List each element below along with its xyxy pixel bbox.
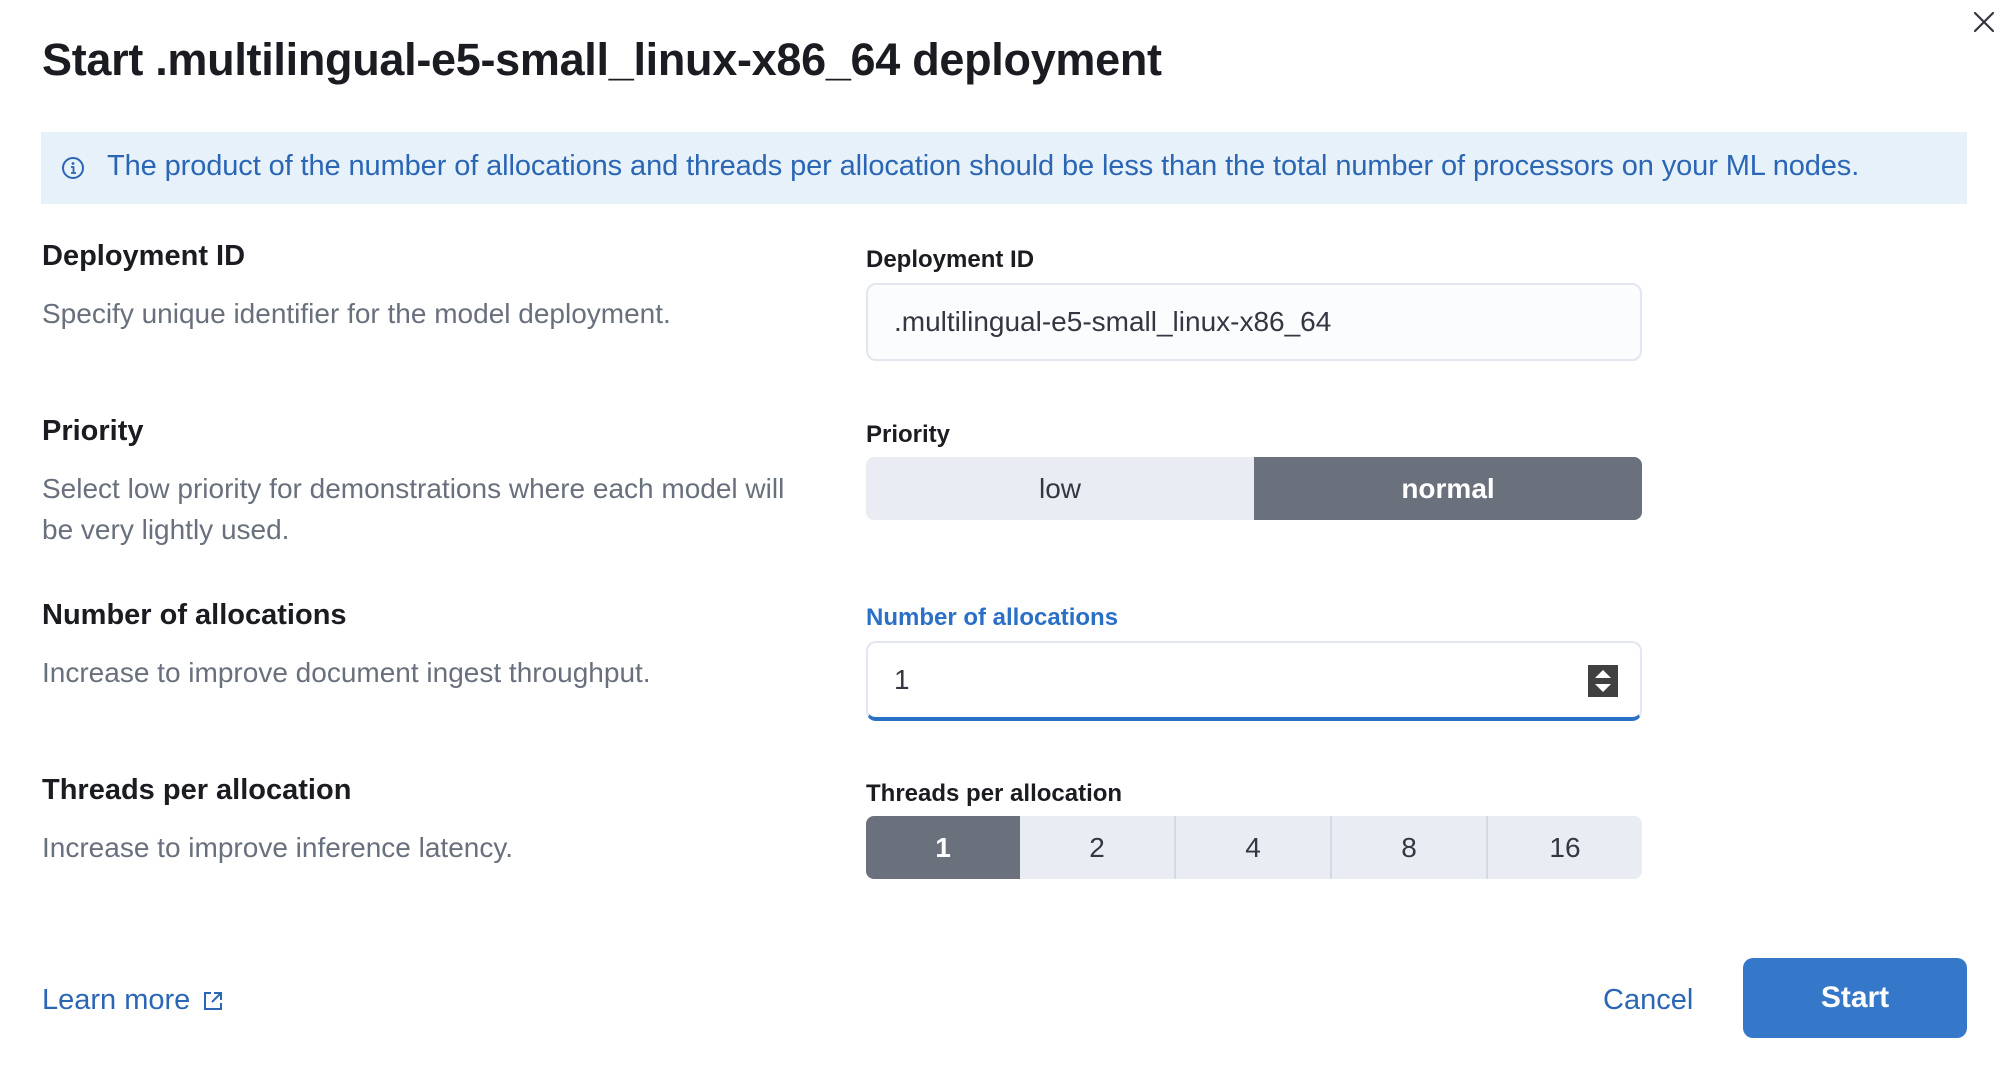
close-icon xyxy=(1973,11,1995,33)
number-spinner[interactable] xyxy=(1588,665,1618,697)
allocations-section-title: Number of allocations xyxy=(42,599,347,631)
close-button[interactable] xyxy=(1970,8,1998,36)
threads-label: Threads per allocation xyxy=(866,780,1123,807)
allocations-number-input[interactable]: 1 xyxy=(866,641,1642,721)
threads-option-4[interactable]: 4 xyxy=(1174,816,1330,879)
learn-more-link[interactable]: Learn more xyxy=(42,984,224,1017)
priority-button-group: low normal xyxy=(866,457,1642,520)
start-button[interactable]: Start xyxy=(1743,958,1967,1038)
callout-text: The product of the number of allocations… xyxy=(107,150,1860,182)
priority-option-normal[interactable]: normal xyxy=(1254,457,1642,520)
priority-option-low[interactable]: low xyxy=(866,457,1254,520)
learn-more-label: Learn more xyxy=(42,984,191,1016)
start-button-label: Start xyxy=(1820,981,1890,1014)
threads-description: Increase to improve inference latency. xyxy=(42,832,514,863)
threads-option-2[interactable]: 2 xyxy=(1020,816,1174,879)
modal-title: Start .multilingual-e5-small_linux-x86_6… xyxy=(42,34,1162,85)
decrement-arrow-icon[interactable] xyxy=(1595,684,1611,692)
deployment-id-label: Deployment ID xyxy=(866,246,1035,273)
allocations-value: 1 xyxy=(894,664,910,695)
cancel-button[interactable]: Cancel xyxy=(1603,984,1693,1017)
threads-option-8[interactable]: 8 xyxy=(1330,816,1486,879)
deployment-id-input[interactable]: .multilingual-e5-small_linux-x86_64 xyxy=(866,283,1642,361)
priority-description: Select low priority for demonstrations w… xyxy=(42,473,785,545)
threads-option-1[interactable]: 1 xyxy=(866,816,1020,879)
external-link-icon xyxy=(204,991,223,1010)
deployment-id-section-title: Deployment ID xyxy=(42,240,246,272)
threads-section-title: Threads per allocation xyxy=(42,774,352,806)
deployment-id-description: Specify unique identifier for the model … xyxy=(42,298,671,329)
allocations-description: Increase to improve document ingest thro… xyxy=(42,657,651,688)
allocations-label: Number of allocations xyxy=(866,604,1119,631)
deployment-id-value: .multilingual-e5-small_linux-x86_64 xyxy=(894,306,1332,337)
threads-button-group: 1 2 4 8 16 xyxy=(866,816,1642,879)
threads-option-16[interactable]: 16 xyxy=(1486,816,1642,879)
info-callout: The product of the number of allocations… xyxy=(41,132,1967,204)
info-icon xyxy=(62,157,84,179)
increment-arrow-icon[interactable] xyxy=(1595,670,1611,678)
priority-label: Priority xyxy=(866,421,951,448)
priority-section-title: Priority xyxy=(42,415,144,447)
